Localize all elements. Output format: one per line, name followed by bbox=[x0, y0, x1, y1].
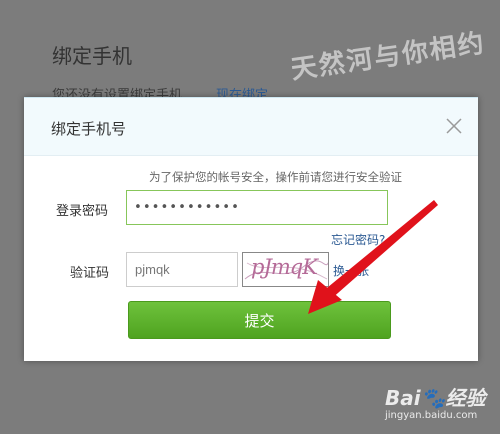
refresh-captcha-link[interactable]: 换一张 bbox=[333, 262, 369, 279]
baidu-watermark: Bai🐾经验 jingyan.baidu.com bbox=[385, 382, 495, 428]
dialog-header: 绑定手机号 bbox=[24, 98, 478, 156]
bind-phone-dialog: 绑定手机号 为了保护您的帐号安全，操作前请您进行安全验证 登录密码 忘记密码? … bbox=[24, 97, 478, 361]
password-input[interactable] bbox=[126, 190, 388, 225]
security-hint: 为了保护您的帐号安全，操作前请您进行安全验证 bbox=[149, 170, 402, 184]
submit-button[interactable]: 提交 bbox=[128, 301, 391, 339]
page-title: 绑定手机 bbox=[52, 44, 132, 68]
dialog-title: 绑定手机号 bbox=[51, 120, 127, 138]
forgot-password-link[interactable]: 忘记密码? bbox=[331, 231, 385, 248]
baidu-logo: Bai🐾经验 bbox=[385, 386, 486, 410]
captcha-text: pJmqK bbox=[251, 255, 318, 279]
captcha-label: 验证码 bbox=[70, 266, 110, 281]
password-label: 登录密码 bbox=[56, 204, 109, 219]
captcha-image[interactable]: pJmqK bbox=[242, 252, 329, 287]
close-icon[interactable] bbox=[444, 116, 464, 136]
captcha-input[interactable] bbox=[126, 252, 238, 287]
baidu-url: jingyan.baidu.com bbox=[385, 410, 478, 421]
